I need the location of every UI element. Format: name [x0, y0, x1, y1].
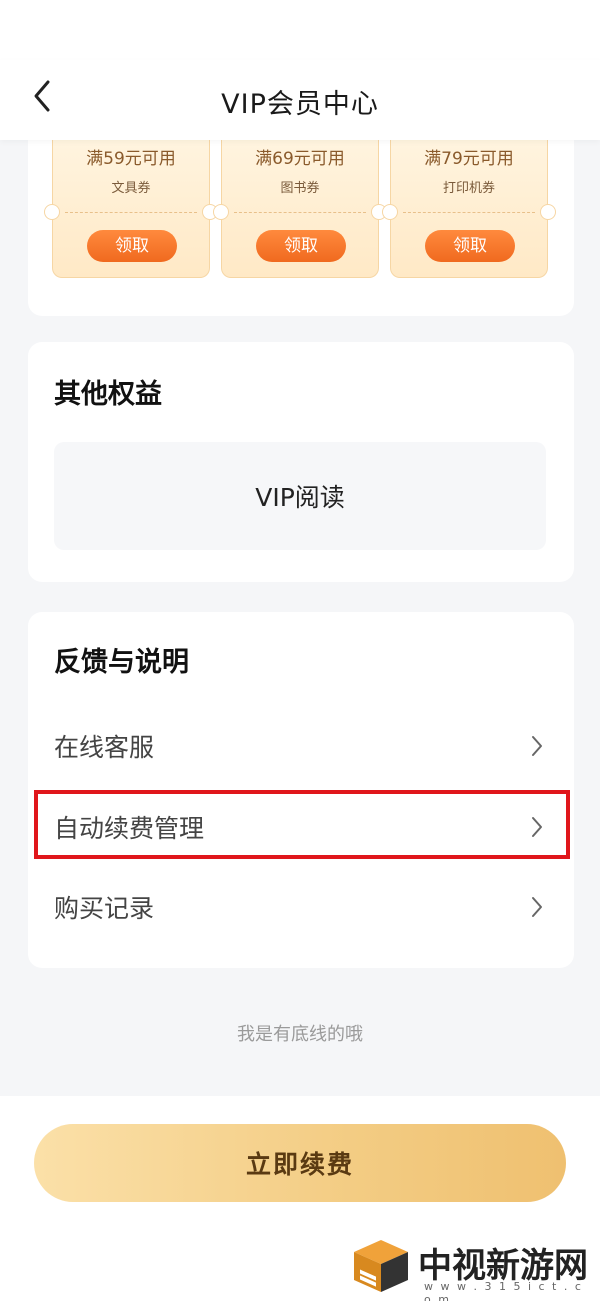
purchase-history-row[interactable]: 购买记录 — [28, 871, 574, 943]
end-of-list-note: 我是有底线的哦 — [237, 1024, 363, 1045]
coupon-condition: 满79元可用 — [424, 149, 514, 169]
claim-button[interactable]: 领取 — [425, 230, 515, 262]
watermark-url: w w w . 3 1 5 i c t . c o m — [424, 1280, 583, 1301]
chevron-right-icon — [532, 736, 542, 756]
other-benefits-card: 其他权益 VIP阅读 — [28, 342, 574, 582]
coupon-divider — [234, 212, 366, 213]
row-label: 在线客服 — [54, 733, 155, 762]
coupon-printer: 满79元可用 打印机券 领取 — [382, 140, 556, 278]
online-support-row[interactable]: 在线客服 — [28, 710, 574, 782]
cube-logo-icon — [354, 1240, 408, 1292]
status-bar-area — [0, 0, 600, 60]
row-label: 购买记录 — [54, 894, 155, 923]
coupon-type: 图书券 — [280, 181, 320, 196]
watermark-logo: 中视新游网 w w w . 3 1 5 i c t . c o m — [352, 1238, 588, 1301]
chevron-right-icon — [532, 897, 542, 917]
coupon-divider — [65, 212, 197, 213]
section-title: 反馈与说明 — [54, 647, 189, 678]
chevron-right-icon — [532, 817, 542, 837]
coupon-type: 打印机券 — [442, 181, 495, 196]
renew-now-button[interactable]: 立即续费 — [34, 1124, 566, 1202]
row-label: 自动续费管理 — [54, 814, 205, 843]
feedback-card: 反馈与说明 在线客服 自动续费管理 购买记录 — [28, 612, 574, 968]
coupon-type: 文具券 — [111, 181, 151, 196]
coupon-section: 满59元可用 文具券 领取 满69元可用 图书券 领取 满79元可用 打印机券 … — [28, 140, 574, 316]
page-title: VIP会员中心 — [221, 89, 379, 120]
claim-button[interactable]: 领取 — [87, 230, 177, 262]
auto-renewal-row[interactable]: 自动续费管理 — [28, 791, 574, 863]
claim-button[interactable]: 领取 — [256, 230, 346, 262]
coupon-condition: 满59元可用 — [86, 149, 176, 169]
coupon-divider — [403, 212, 535, 213]
top-nav-bar: VIP会员中心 — [0, 60, 600, 140]
section-title: 其他权益 — [54, 379, 162, 410]
coupon-condition: 满69元可用 — [255, 149, 345, 169]
benefit-vip-reading[interactable]: VIP阅读 — [54, 442, 546, 550]
coupon-books: 满69元可用 图书券 领取 — [213, 140, 387, 278]
coupon-stationery: 满59元可用 文具券 领取 — [44, 140, 218, 278]
